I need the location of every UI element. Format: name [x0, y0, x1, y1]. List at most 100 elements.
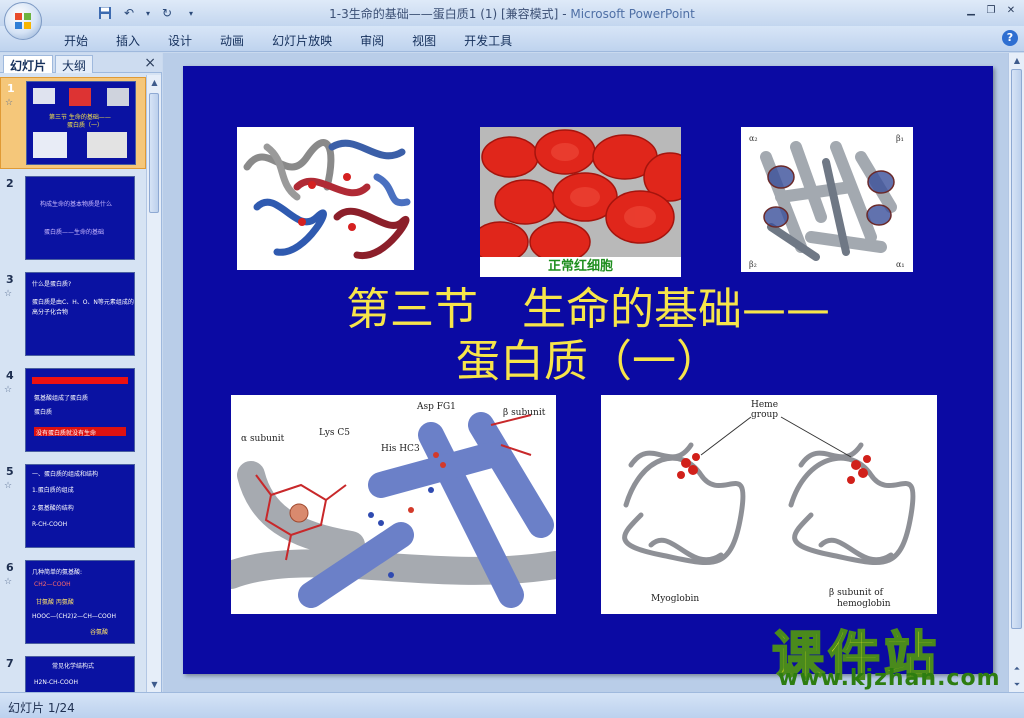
tab-slides[interactable]: 幻灯片: [3, 55, 54, 73]
thumbnail-number: 3: [6, 273, 14, 286]
tab-developer[interactable]: 开发工具: [450, 30, 526, 51]
animation-icon: ☆: [4, 289, 13, 299]
slide-editor: 正常红细胞 α₂ β₁ β₂ α₁ 第三节 生命的基础—— 蛋白质（一） α s…: [163, 53, 1008, 692]
thumb-pic: [69, 88, 91, 106]
tab-animations[interactable]: 动画: [206, 30, 258, 51]
label-a2: α₂: [749, 134, 758, 143]
pane-tabs: 幻灯片 大纲 ×: [0, 53, 162, 73]
office-button[interactable]: [4, 2, 42, 40]
label-heme: Heme: [751, 400, 778, 410]
tab-view[interactable]: 视图: [398, 30, 450, 51]
thumb-text: 什么是蛋白质?: [32, 281, 72, 288]
slide-thumbnail-5[interactable]: 5 ☆ 一、蛋白质的组成和结构 1.蛋白质的组成 2.氨基酸的结构 R-CH-C…: [0, 461, 146, 553]
slide-thumbnail-2[interactable]: 2 构成生命的基本物质是什么 蛋白质——生命的基础: [0, 173, 146, 265]
thumbnail-preview: 常见化学结构式 H2N-CH-COOH: [25, 656, 135, 692]
thumbnail-preview: 氨基酸组成了蛋白质 蛋白质 没有蛋白质就没有生命: [25, 368, 135, 452]
tab-review[interactable]: 审阅: [346, 30, 398, 51]
thumb-text: 甘氨酸 丙氨酸: [36, 599, 74, 606]
slide-canvas[interactable]: 正常红细胞 α₂ β₁ β₂ α₁ 第三节 生命的基础—— 蛋白质（一） α s…: [183, 66, 993, 674]
thumb-text: 构成生命的基本物质是什么: [40, 201, 113, 208]
thumbnail-list: 1 ☆ 第三节 生命的基础—— 蛋白质（一） 2 构成生命的基本物质是什么 蛋白: [0, 75, 146, 692]
label-beta-subunit: β subunit: [503, 408, 546, 418]
thumb-text: HOOC—(CH2)2—CH—COOH: [32, 613, 117, 620]
watermark-url: www.kjzhan.com: [778, 666, 1001, 691]
label-his-hc3: His HC3: [381, 444, 420, 454]
app-name: Microsoft PowerPoint: [570, 7, 695, 21]
powerpoint-window: ↶ ▾ ↻ ▾ 1-3生命的基础——蛋白质1 (1) [兼容模式] - Micr…: [0, 0, 1024, 718]
thumb-text: 氨基酸组成了蛋白质: [34, 395, 89, 402]
tab-design[interactable]: 设计: [154, 30, 206, 51]
title-separator: -: [558, 7, 571, 21]
slide-thumbnail-7[interactable]: 7 常见化学结构式 H2N-CH-COOH: [0, 653, 146, 692]
slide-thumbnail-4[interactable]: 4 ☆ 氨基酸组成了蛋白质 蛋白质 没有蛋白质就没有生命: [0, 365, 146, 457]
pane-scrollbar[interactable]: ▲ ▼: [146, 75, 161, 692]
scroll-thumb[interactable]: [149, 93, 159, 213]
tab-home[interactable]: 开始: [50, 30, 102, 51]
slide-title[interactable]: 第三节 生命的基础—— 蛋白质（一）: [183, 284, 993, 388]
window-title: 1-3生命的基础——蛋白质1 (1) [兼容模式] - Microsoft Po…: [0, 5, 1024, 22]
thumb-text: 几种简单的氨基酸:: [32, 569, 83, 576]
thumb-text: 谷氨酸: [90, 629, 109, 636]
thumbnail-preview: 第三节 生命的基础—— 蛋白质（一）: [26, 81, 136, 165]
thumb-text: H2N-CH-COOH: [34, 679, 78, 686]
slide-thumbnail-1[interactable]: 1 ☆ 第三节 生命的基础—— 蛋白质（一）: [0, 77, 146, 169]
thumbnail-preview: 几种简单的氨基酸: CH2—COOH 甘氨酸 丙氨酸 HOOC—(CH2)2—C…: [25, 560, 135, 644]
restore-icon[interactable]: ❐: [982, 2, 1000, 18]
thumb-text: 一、蛋白质的组成和结构: [32, 471, 99, 478]
red-blood-cells-picture[interactable]: 正常红细胞: [480, 127, 681, 277]
animation-icon: ☆: [5, 98, 14, 108]
label-hemoglobin: hemoglobin: [837, 599, 891, 609]
myoglobin-hemoglobin-picture[interactable]: Heme group Myoglobin β subunit of hemogl…: [601, 395, 937, 614]
rbc-caption: 正常红细胞: [480, 257, 681, 277]
thumb-text: 1.蛋白质的组成: [32, 487, 74, 494]
minimize-icon[interactable]: ▁: [962, 2, 980, 18]
tab-outline[interactable]: 大纲: [55, 55, 94, 73]
help-icon[interactable]: ?: [1002, 30, 1018, 46]
title-line-2: 蛋白质（一）: [456, 336, 720, 387]
thumb-text: 没有蛋白质就没有生命: [36, 430, 97, 437]
slide-thumbnail-6[interactable]: 6 ☆ 几种简单的氨基酸: CH2—COOH 甘氨酸 丙氨酸 HOOC—(CH2…: [0, 557, 146, 649]
thumb-text: 蛋白质（一）: [67, 122, 104, 129]
scroll-up-icon[interactable]: ▲: [147, 75, 162, 90]
hemoglobin-ribbon-picture[interactable]: [237, 127, 414, 270]
thumb-pic: [107, 88, 129, 106]
thumbnail-preview: 一、蛋白质的组成和结构 1.蛋白质的组成 2.氨基酸的结构 R-CH-COOH: [25, 464, 135, 548]
scroll-thumb[interactable]: [1011, 69, 1022, 629]
label-alpha-subunit: α subunit: [241, 434, 285, 444]
tab-insert[interactable]: 插入: [102, 30, 154, 51]
watermark-logo: 课件站 www.kjzhan.com: [771, 614, 1012, 694]
thumb-text: 蛋白质: [34, 409, 53, 416]
slide-indicator: 幻灯片 1/24: [8, 701, 75, 715]
thumb-pic: [87, 132, 127, 158]
thumbnail-number: 6: [6, 561, 14, 574]
title-bar: ↶ ▾ ↻ ▾ 1-3生命的基础——蛋白质1 (1) [兼容模式] - Micr…: [0, 0, 1024, 26]
thumb-text: 2.氨基酸的结构: [32, 505, 74, 512]
thumb-text: CH2—COOH: [34, 581, 71, 588]
editor-scrollbar[interactable]: ▲ ⏶ ⏷: [1008, 53, 1024, 692]
thumb-pic: [33, 88, 55, 104]
tab-slideshow[interactable]: 幻灯片放映: [258, 30, 346, 51]
thumb-pic: [33, 132, 67, 158]
close-icon[interactable]: ✕: [1002, 2, 1020, 18]
thumbnail-number: 5: [6, 465, 14, 478]
status-bar: 幻灯片 1/24: [0, 692, 1024, 718]
thumbnail-preview: 什么是蛋白质? 蛋白质是由C、H、O、N等元素组成的 高分子化合物: [25, 272, 135, 356]
heme-binding-site-picture[interactable]: α subunit Lys C5 Asp FG1 His HC3 β subun…: [231, 395, 556, 614]
thumb-text: 蛋白质——生命的基础: [44, 229, 105, 236]
thumb-banner: [32, 377, 128, 384]
scroll-up-icon[interactable]: ▲: [1009, 53, 1024, 68]
label-a1: α₁: [896, 260, 905, 269]
label-b1: β₁: [896, 134, 904, 143]
animation-icon: ☆: [4, 577, 13, 587]
window-controls: ▁ ❐ ✕: [962, 2, 1020, 18]
thumbnail-number: 4: [6, 369, 14, 382]
animation-icon: ☆: [4, 481, 13, 491]
office-logo-icon: [15, 13, 31, 29]
scroll-down-icon[interactable]: ▼: [147, 677, 162, 692]
label-asp-fg1: Asp FG1: [416, 402, 456, 412]
hemoglobin-cylinder-picture[interactable]: α₂ β₁ β₂ α₁: [741, 127, 913, 272]
slide-thumbnail-3[interactable]: 3 ☆ 什么是蛋白质? 蛋白质是由C、H、O、N等元素组成的 高分子化合物: [0, 269, 146, 361]
thumbnail-number: 1: [7, 82, 15, 95]
document-title: 1-3生命的基础——蛋白质1 (1) [兼容模式]: [329, 7, 559, 21]
close-pane-icon[interactable]: ×: [144, 55, 156, 71]
